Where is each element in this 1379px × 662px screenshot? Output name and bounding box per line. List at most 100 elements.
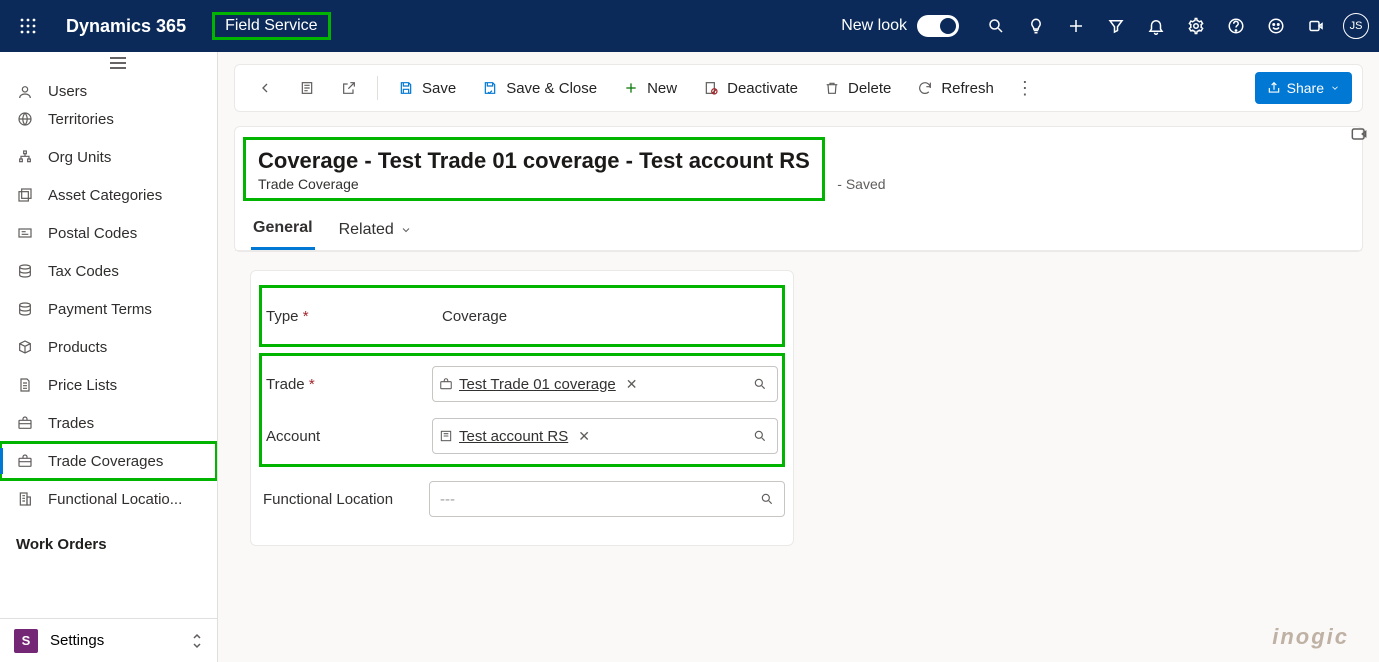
sidebar-item-trade-coverages[interactable]: Trade Coverages xyxy=(0,442,217,480)
refresh-button[interactable]: Refresh xyxy=(905,70,1006,106)
sidebar-item-products[interactable]: Products xyxy=(0,328,217,366)
save-icon xyxy=(398,80,414,96)
page-title: Coverage - Test Trade 01 coverage - Test… xyxy=(258,148,810,173)
save-button[interactable]: Save xyxy=(386,70,468,106)
sidebar-item-territories[interactable]: Territories xyxy=(0,100,217,138)
command-bar: Save Save & Close New Deactivate Delete … xyxy=(234,64,1363,112)
box-icon xyxy=(16,339,34,355)
building-icon xyxy=(16,491,34,507)
toolbox-icon xyxy=(16,453,34,469)
stack-icon xyxy=(16,301,34,317)
back-arrow-icon xyxy=(257,80,273,96)
toolbox-icon xyxy=(16,415,34,431)
new-look-toggle-group: New look xyxy=(841,15,959,37)
sidebar-item-trades[interactable]: Trades xyxy=(0,404,217,442)
gear-icon[interactable] xyxy=(1177,0,1215,52)
search-icon[interactable] xyxy=(749,377,771,391)
account-link[interactable]: Test account RS xyxy=(459,428,568,445)
sidebar-item-label: Users xyxy=(48,83,87,100)
area-initial: S xyxy=(14,629,38,653)
search-icon[interactable] xyxy=(749,429,771,443)
type-value[interactable]: Coverage xyxy=(432,300,778,333)
field-label-account: Account xyxy=(262,428,432,445)
deactivate-button[interactable]: Deactivate xyxy=(691,70,810,106)
remove-account-button[interactable]: ✕ xyxy=(574,428,594,445)
button-label: Save & Close xyxy=(506,80,597,97)
form-selector-button[interactable] xyxy=(287,70,327,106)
lightbulb-icon[interactable] xyxy=(1017,0,1055,52)
stack-icon xyxy=(16,263,34,279)
field-row-type: Type * Coverage xyxy=(262,290,778,342)
entity-name: Trade Coverage xyxy=(258,176,810,192)
sidebar-item-asset-categories[interactable]: Asset Categories xyxy=(0,176,217,214)
form-tabs: General Related xyxy=(235,201,1362,251)
back-button[interactable] xyxy=(245,70,285,106)
field-label-functional-location: Functional Location xyxy=(259,491,429,508)
help-icon[interactable] xyxy=(1217,0,1255,52)
field-label-trade: Trade * xyxy=(262,376,432,393)
delete-button[interactable]: Delete xyxy=(812,70,903,106)
tab-label: Related xyxy=(339,221,394,239)
more-commands-button[interactable]: ⋮ xyxy=(1008,78,1042,99)
toolbox-icon xyxy=(439,377,453,391)
smile-icon[interactable] xyxy=(1257,0,1295,52)
button-label: Save xyxy=(422,80,456,97)
doc-icon xyxy=(16,377,34,393)
bell-icon[interactable] xyxy=(1137,0,1175,52)
chevron-down-icon xyxy=(400,224,412,236)
filter-icon[interactable] xyxy=(1097,0,1135,52)
sidebar-nav-list: Users Territories Org Units Asset Catego… xyxy=(0,74,217,618)
sidebar-item-postal-codes[interactable]: Postal Codes xyxy=(0,214,217,252)
button-label: New xyxy=(647,80,677,97)
sidebar-item-label: Products xyxy=(48,339,107,356)
open-new-window-button[interactable] xyxy=(329,70,369,106)
new-button[interactable]: New xyxy=(611,70,689,106)
sidebar-item-org-units[interactable]: Org Units xyxy=(0,138,217,176)
sidebar-item-tax-codes[interactable]: Tax Codes xyxy=(0,252,217,290)
sidebar-group-work-orders: Work Orders xyxy=(0,518,217,559)
product-name: Dynamics 365 xyxy=(52,16,200,37)
new-look-label: New look xyxy=(841,17,907,35)
field-label-type: Type * xyxy=(262,308,432,325)
add-icon[interactable] xyxy=(1057,0,1095,52)
account-icon xyxy=(439,429,453,443)
sidebar-item-label: Price Lists xyxy=(48,377,117,394)
refresh-icon xyxy=(917,80,933,96)
new-look-toggle[interactable] xyxy=(917,15,959,37)
area-label: Settings xyxy=(50,632,104,649)
tab-general[interactable]: General xyxy=(251,215,315,250)
trade-link[interactable]: Test Trade 01 coverage xyxy=(459,376,616,393)
sidebar-item-users[interactable]: Users xyxy=(0,78,217,100)
share-button[interactable]: Share xyxy=(1255,72,1352,104)
app-launcher-button[interactable] xyxy=(4,18,52,34)
copilot-button[interactable] xyxy=(1349,124,1369,144)
button-label: Share xyxy=(1287,80,1324,96)
search-icon[interactable] xyxy=(977,0,1015,52)
sidebar: Users Territories Org Units Asset Catego… xyxy=(0,52,218,662)
chevron-down-icon xyxy=(1330,83,1340,93)
save-close-button[interactable]: Save & Close xyxy=(470,70,609,106)
form-icon xyxy=(299,80,315,96)
account-lookup[interactable]: Test account RS ✕ xyxy=(432,418,778,454)
area-switcher[interactable]: S Settings xyxy=(0,618,217,662)
sidebar-item-label: Territories xyxy=(48,111,114,128)
global-header: Dynamics 365 Field Service New look JS xyxy=(0,0,1379,52)
trade-tag: Test Trade 01 coverage ✕ xyxy=(439,376,642,393)
sidebar-item-payment-terms[interactable]: Payment Terms xyxy=(0,290,217,328)
type-row-highlighted: Type * Coverage xyxy=(259,285,785,347)
sidebar-item-functional-locations[interactable]: Functional Locatio... xyxy=(0,480,217,518)
search-icon[interactable] xyxy=(756,492,778,506)
sidebar-collapse-button[interactable] xyxy=(0,52,217,74)
sidebar-item-price-lists[interactable]: Price Lists xyxy=(0,366,217,404)
functional-location-lookup[interactable]: --- xyxy=(429,481,785,517)
sidebar-item-label: Tax Codes xyxy=(48,263,119,280)
tab-related[interactable]: Related xyxy=(337,215,414,250)
trade-lookup[interactable]: Test Trade 01 coverage ✕ xyxy=(432,366,778,402)
user-avatar[interactable]: JS xyxy=(1337,0,1375,52)
teams-icon[interactable] xyxy=(1297,0,1335,52)
trash-icon xyxy=(824,80,840,96)
save-status: - Saved xyxy=(837,176,885,192)
remove-trade-button[interactable]: ✕ xyxy=(622,376,642,393)
record-form: Coverage - Test Trade 01 coverage - Test… xyxy=(234,126,1363,252)
button-label: Refresh xyxy=(941,80,994,97)
